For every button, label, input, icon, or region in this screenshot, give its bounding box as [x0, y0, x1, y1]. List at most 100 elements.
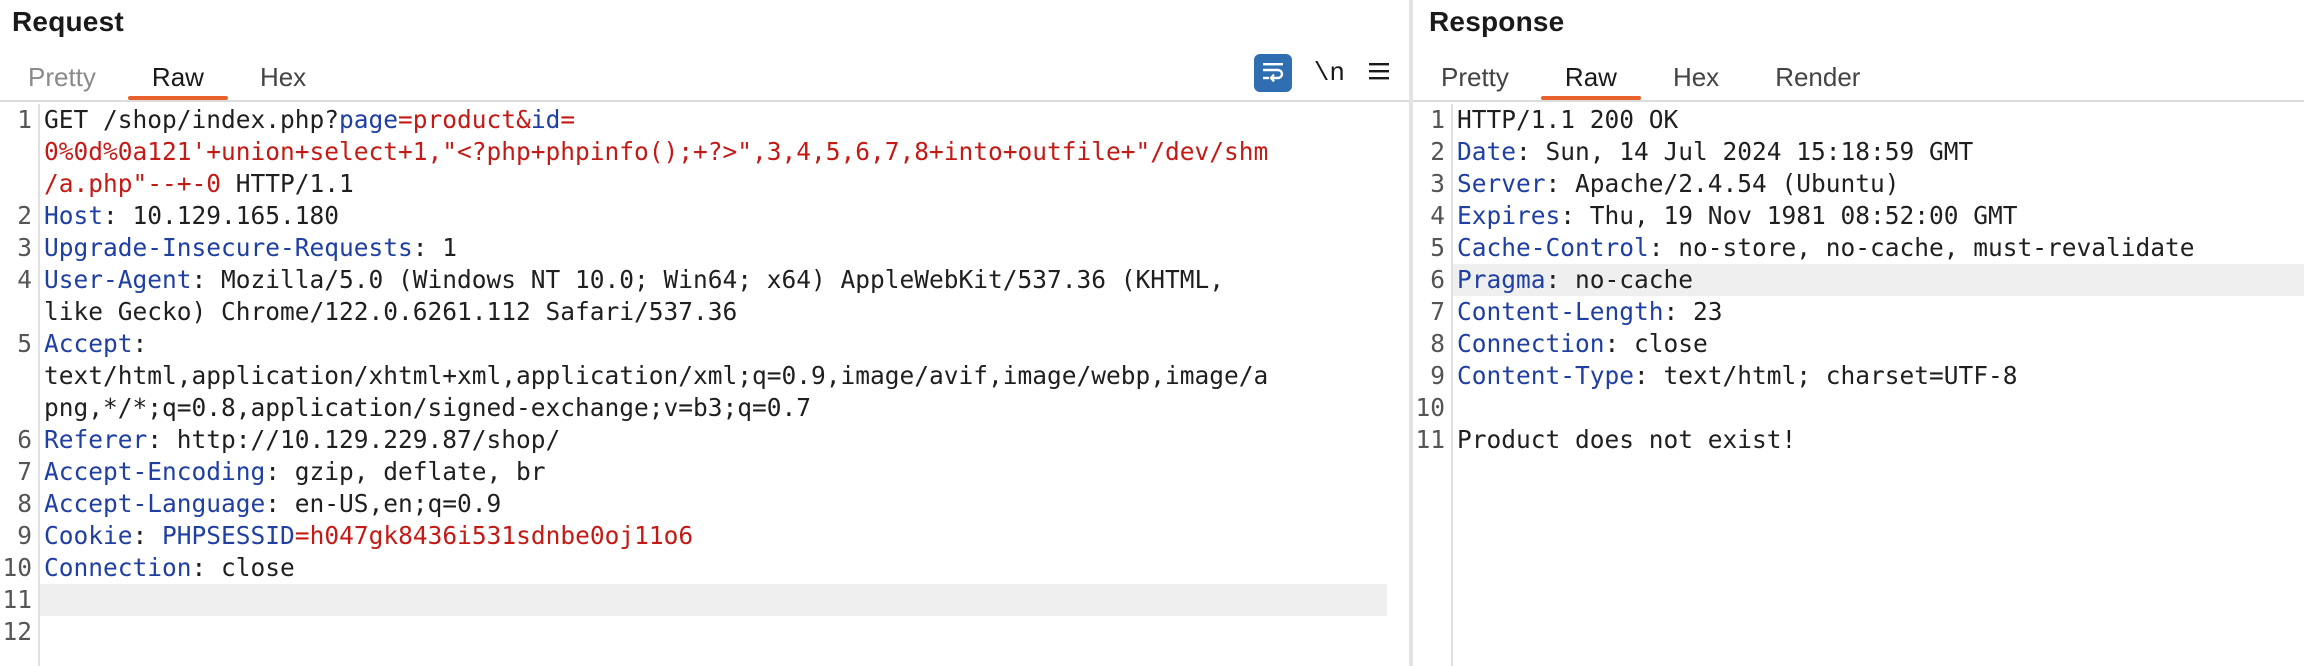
- request-pane: Request Pretty Raw Hex \n 1 2 3 4 5 6 7 …: [0, 0, 1409, 666]
- header-key: Content-Length: [1457, 297, 1664, 326]
- header-value: : Sun, 14 Jul 2024 15:18:59 GMT: [1516, 137, 1974, 166]
- request-toolbar: \n: [1253, 54, 1391, 92]
- line-number: 6: [1430, 265, 1445, 294]
- hamburger-menu-icon: [1367, 61, 1391, 86]
- response-header: Cache-Control: no-store, no-cache, must-…: [1457, 232, 2282, 264]
- cookie-key: PHPSESSID: [162, 521, 295, 550]
- request-tab-pretty[interactable]: Pretty: [0, 56, 124, 98]
- line-number: 6: [17, 425, 32, 454]
- header-sep: :: [132, 521, 163, 550]
- line-number: 10: [2, 553, 32, 582]
- request-header-wrap: like Gecko) Chrome/122.0.6261.112 Safari…: [44, 297, 738, 326]
- request-line-wrap: 0%0d%0a121'+union+select+1,"<?php+phpinf…: [44, 137, 1269, 166]
- request-editor[interactable]: 1 2 3 4 5 6 7 8 9 10 11 12 GET /shop/ind…: [0, 104, 1409, 666]
- header-value: : Thu, 19 Nov 1981 08:52:00 GMT: [1560, 201, 2018, 230]
- word-wrap-button[interactable]: [1253, 54, 1292, 92]
- show-newlines-button[interactable]: \n: [1314, 58, 1345, 88]
- header-key: Expires: [1457, 201, 1561, 230]
- request-header: Host: 10.129.165.180: [44, 200, 1387, 232]
- request-title: Request: [12, 6, 124, 37]
- line-number: 4: [1430, 201, 1445, 230]
- response-tabs: Pretty Raw Hex Render: [1413, 56, 1888, 100]
- param-eq: =: [398, 105, 413, 134]
- line-number: 5: [17, 329, 32, 358]
- header-key: Referer: [44, 425, 148, 454]
- request-header: User-Agent: Mozilla/5.0 (Windows NT 10.0…: [44, 264, 1387, 296]
- request-header: Referer: http://10.129.229.87/shop/: [44, 424, 1387, 456]
- header-value: :: [132, 329, 148, 358]
- header-key: Content-Type: [1457, 361, 1635, 390]
- param-eq: =: [560, 105, 576, 134]
- request-header-wrap: png,*/*;q=0.8,application/signed-exchang…: [44, 393, 812, 422]
- line-number: 3: [1430, 169, 1445, 198]
- header-value: : no-store, no-cache, must-revalidate: [1648, 233, 2195, 262]
- param-key: id: [530, 105, 561, 134]
- request-header-wrap: text/html,application/xhtml+xml,applicat…: [44, 361, 1269, 390]
- header-key: Cookie: [44, 521, 133, 550]
- param-sep: &: [516, 105, 531, 134]
- response-header: Server: Apache/2.4.54 (Ubuntu): [1457, 168, 2282, 200]
- header-key: Connection: [1457, 329, 1605, 358]
- response-tab-pretty[interactable]: Pretty: [1413, 56, 1537, 98]
- request-line: GET /shop/index.php?page=product&id=: [44, 104, 1387, 136]
- response-editor[interactable]: 1 2 3 4 5 6 7 8 9 10 11 HTTP/1.1 200 OK …: [1413, 104, 2304, 666]
- request-menu-button[interactable]: [1367, 61, 1391, 86]
- word-wrap-icon: [1261, 60, 1285, 87]
- line-number: 4: [17, 265, 32, 294]
- line-number: 5: [1430, 233, 1445, 262]
- header-value: : close: [191, 553, 295, 582]
- header-key: Connection: [44, 553, 192, 582]
- response-body: Product does not exist!: [1457, 425, 1797, 454]
- request-header: Accept:: [44, 328, 1387, 360]
- response-tab-render[interactable]: Render: [1747, 56, 1888, 98]
- header-key: Date: [1457, 137, 1517, 166]
- line-number: 11: [1415, 425, 1445, 454]
- request-tab-raw[interactable]: Raw: [124, 56, 232, 100]
- response-tab-raw[interactable]: Raw: [1537, 56, 1645, 100]
- response-header: Content-Length: 23: [1457, 296, 2282, 328]
- header-key: User-Agent: [44, 265, 192, 294]
- header-value: : text/html; charset=UTF-8: [1634, 361, 2018, 390]
- response-tab-underline: [1413, 100, 2304, 102]
- request-header: Upgrade-Insecure-Requests: 1: [44, 232, 1387, 264]
- line-number: 3: [17, 233, 32, 262]
- response-pane: Response Pretty Raw Hex Render 1 2 3 4 5…: [1413, 0, 2304, 666]
- response-title: Response: [1429, 6, 1565, 37]
- line-number: 10: [1415, 393, 1445, 422]
- request-tabs: Pretty Raw Hex: [0, 56, 334, 100]
- request-line-wrap: /a.php"--+-0 HTTP/1.1: [44, 168, 1387, 200]
- param-value: /a.php"--+-0: [44, 169, 222, 198]
- header-value: : 23: [1663, 297, 1723, 326]
- http-version: HTTP/1.1: [221, 169, 354, 198]
- header-value: : close: [1604, 329, 1708, 358]
- line-number: 1: [17, 105, 32, 134]
- header-value: : 10.129.165.180: [103, 201, 340, 230]
- header-key: Cache-Control: [1457, 233, 1649, 262]
- header-key: Accept-Language: [44, 489, 266, 518]
- header-key: Host: [44, 201, 104, 230]
- param-key: page: [339, 105, 399, 134]
- line-number: 2: [17, 201, 32, 230]
- header-value: : 1: [412, 233, 458, 262]
- header-key: Accept: [44, 329, 133, 358]
- request-header: Cookie: PHPSESSID=h047gk8436i531sdnbe0oj…: [44, 520, 1387, 552]
- line-number: 7: [1430, 297, 1445, 326]
- request-tab-underline: [0, 100, 1409, 102]
- header-key: Upgrade-Insecure-Requests: [44, 233, 413, 262]
- param-value: product: [412, 105, 517, 134]
- line-number: 2: [1430, 137, 1445, 166]
- status-line: HTTP/1.1 200 OK: [1457, 105, 1679, 134]
- line-number: 8: [1430, 329, 1445, 358]
- header-value: : http://10.129.229.87/shop/: [147, 425, 561, 454]
- current-line-highlight: [40, 584, 1387, 616]
- response-header: Pragma: no-cache: [1457, 264, 2282, 296]
- request-tab-hex[interactable]: Hex: [232, 56, 334, 98]
- line-number: 11: [2, 585, 32, 614]
- cookie-eq: =: [294, 521, 310, 550]
- cookie-value: h047gk8436i531sdnbe0oj11o6: [309, 521, 694, 550]
- header-value: : Apache/2.4.54 (Ubuntu): [1545, 169, 1900, 198]
- header-value: : gzip, deflate, br: [265, 457, 546, 486]
- request-method-path: GET /shop/index.php?: [44, 105, 340, 134]
- response-header: Expires: Thu, 19 Nov 1981 08:52:00 GMT: [1457, 200, 2282, 232]
- response-tab-hex[interactable]: Hex: [1645, 56, 1747, 98]
